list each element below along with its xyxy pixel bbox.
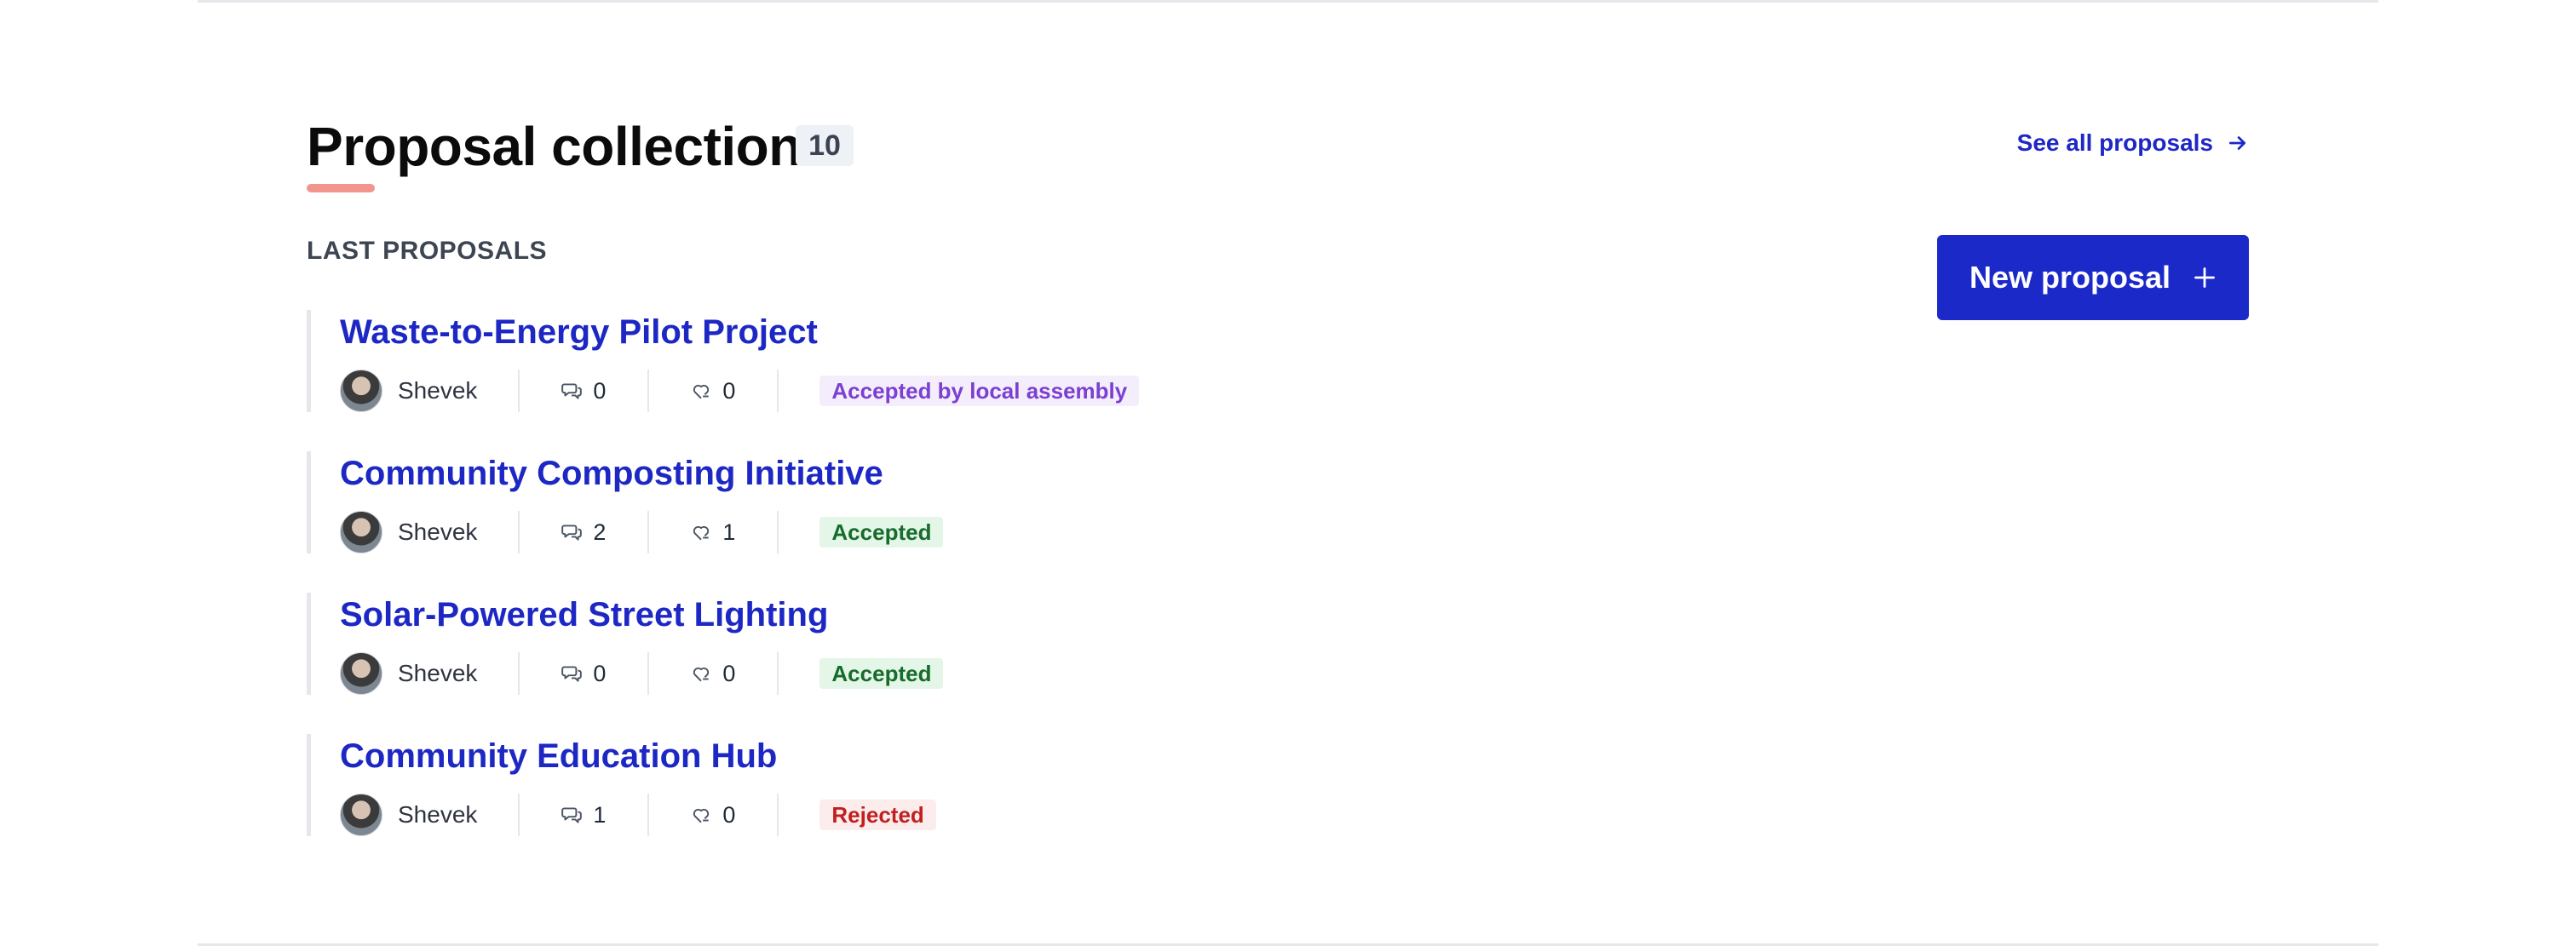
- see-all-proposals-link[interactable]: See all proposals: [2017, 129, 2249, 157]
- proposal-item: Solar-Powered Street Lighting Shevek 0 0…: [307, 593, 1840, 695]
- comments-value: 2: [593, 519, 607, 545]
- comments-count: 0: [520, 652, 650, 695]
- section-title: Proposal collection: [307, 116, 802, 177]
- proposal-meta: Shevek 1 0 Rejected: [340, 794, 1840, 836]
- proposal-collection-section: Proposal collection 10 See all proposals…: [307, 111, 2269, 877]
- comments-count: 2: [520, 511, 650, 553]
- plus-icon: [2194, 267, 2215, 288]
- status-badge: Accepted: [819, 517, 944, 548]
- comments-value: 1: [593, 801, 607, 828]
- comments-value: 0: [593, 377, 607, 404]
- endorsements-count: 1: [649, 511, 779, 553]
- section-header: Proposal collection 10 See all proposals: [307, 111, 2269, 196]
- endorsements-value: 0: [722, 801, 736, 828]
- comments-icon: [561, 525, 583, 541]
- proposal-title-link[interactable]: Community Composting Initiative: [340, 451, 1840, 496]
- proposal-title-link[interactable]: Community Education Hub: [340, 734, 1840, 778]
- comments-count: 0: [520, 370, 650, 412]
- new-proposal-label: New proposal: [1969, 260, 2171, 295]
- endorsement-icon: [693, 384, 710, 399]
- endorsements-count: 0: [649, 652, 779, 695]
- title-underline: [307, 184, 375, 192]
- endorsements-value: 0: [722, 377, 736, 404]
- comments-icon: [561, 383, 583, 399]
- proposal-meta: Shevek 2 1 Accepted: [340, 511, 1840, 553]
- last-proposals-heading: LAST PROPOSALS: [307, 237, 548, 265]
- author-name: Shevek: [398, 801, 478, 828]
- author-name: Shevek: [398, 519, 478, 545]
- status-badge: Accepted by local assembly: [819, 376, 1140, 406]
- status-badge: Rejected: [819, 800, 936, 830]
- endorsement-icon: [693, 667, 710, 682]
- proposal-item: Waste-to-Energy Pilot Project Shevek 0 0…: [307, 310, 1840, 412]
- endorsement-icon: [693, 808, 710, 823]
- avatar: [340, 794, 382, 836]
- proposal-author[interactable]: Shevek: [340, 370, 520, 412]
- status-badge: Accepted: [819, 658, 944, 689]
- comments-icon: [561, 807, 583, 823]
- proposal-title-link[interactable]: Waste-to-Energy Pilot Project: [340, 310, 1840, 354]
- proposal-author[interactable]: Shevek: [340, 652, 520, 695]
- comments-value: 0: [593, 660, 607, 686]
- proposal-author[interactable]: Shevek: [340, 794, 520, 836]
- comments-count: 1: [520, 794, 650, 836]
- proposal-count-badge: 10: [796, 125, 854, 166]
- author-name: Shevek: [398, 377, 478, 404]
- proposal-item: Community Composting Initiative Shevek 2: [307, 451, 1840, 553]
- proposal-list: Waste-to-Energy Pilot Project Shevek 0 0…: [307, 310, 1840, 875]
- comments-icon: [561, 666, 583, 682]
- proposal-item: Community Education Hub Shevek 1 0 Rejec…: [307, 734, 1840, 836]
- author-name: Shevek: [398, 660, 478, 686]
- see-all-proposals-label: See all proposals: [2016, 129, 2213, 156]
- avatar: [340, 511, 382, 553]
- endorsements-value: 0: [722, 660, 736, 686]
- top-divider: [198, 0, 2378, 3]
- endorsements-value: 1: [722, 519, 736, 545]
- proposal-author[interactable]: Shevek: [340, 511, 520, 553]
- proposal-title-link[interactable]: Solar-Powered Street Lighting: [340, 593, 1840, 637]
- new-proposal-button[interactable]: New proposal: [1937, 235, 2249, 320]
- endorsements-count: 0: [649, 794, 779, 836]
- endorsements-count: 0: [649, 370, 779, 412]
- avatar: [340, 652, 382, 695]
- proposal-meta: Shevek 0 0 Accepted by local assembly: [340, 370, 1840, 412]
- proposal-meta: Shevek 0 0 Accepted: [340, 652, 1840, 695]
- avatar: [340, 370, 382, 412]
- endorsement-icon: [693, 525, 710, 541]
- arrow-right-icon: [2228, 136, 2245, 150]
